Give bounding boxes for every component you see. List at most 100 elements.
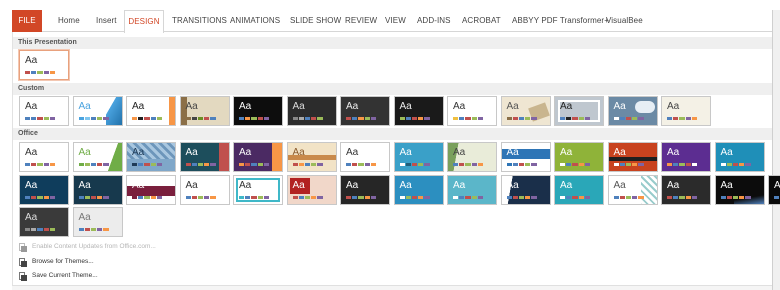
- theme-thumbnail[interactable]: Aa: [500, 175, 551, 205]
- theme-decoration: [634, 101, 655, 113]
- theme-thumbnail[interactable]: Aa: [340, 142, 390, 172]
- color-swatch: [31, 228, 37, 231]
- color-swatch: [632, 117, 638, 120]
- theme-thumbnail[interactable]: Aa: [72, 175, 123, 205]
- theme-thumbnail[interactable]: Aa: [19, 175, 69, 205]
- tab-visualbee[interactable]: VisualBee: [606, 10, 643, 32]
- theme-thumbnail[interactable]: Aa: [19, 142, 69, 172]
- section-header-this-presentation: This Presentation: [13, 37, 772, 49]
- tab-insert[interactable]: Insert: [96, 10, 117, 32]
- theme-sample-text: Aa: [292, 101, 305, 112]
- color-swatch: [37, 228, 43, 231]
- color-swatch: [185, 196, 191, 199]
- color-swatch: [578, 117, 584, 120]
- theme-thumbnail[interactable]: Aa: [768, 175, 780, 205]
- theme-thumbnail[interactable]: Aa: [126, 175, 176, 205]
- tab-slide-show[interactable]: SLIDE SHOW: [290, 10, 341, 32]
- theme-thumbnail[interactable]: Aa: [286, 142, 337, 172]
- theme-thumbnail[interactable]: Aa: [393, 96, 444, 126]
- theme-thumbnail[interactable]: Aa: [179, 175, 230, 205]
- theme-thumbnail[interactable]: Aa: [179, 96, 230, 126]
- theme-thumbnail[interactable]: Aa: [447, 142, 497, 172]
- theme-thumbnail[interactable]: Aa: [661, 175, 711, 205]
- tab-acrobat[interactable]: ACROBAT: [462, 10, 501, 32]
- tab-design[interactable]: DESIGN: [124, 10, 164, 33]
- color-swatch: [245, 163, 251, 166]
- gallery-scrollbar[interactable]: [772, 10, 780, 290]
- theme-thumbnail[interactable]: Aa: [340, 96, 390, 126]
- tab-add-ins[interactable]: ADD-INS: [417, 10, 451, 32]
- color-swatch: [84, 196, 90, 199]
- color-swatch: [245, 117, 251, 120]
- theme-sample-text: Aa: [399, 147, 412, 158]
- theme-sample-text: Aa: [506, 147, 519, 158]
- color-swatch: [477, 163, 484, 166]
- tab-file[interactable]: FILE: [12, 10, 42, 32]
- color-swatch: [43, 71, 49, 74]
- color-swatch: [685, 117, 691, 120]
- save-current-theme-command[interactable]: Save Current Theme...: [18, 270, 98, 282]
- theme-thumbnail[interactable]: Aa: [233, 142, 283, 172]
- theme-thumbnail[interactable]: Aa: [19, 50, 69, 80]
- tab-home[interactable]: Home: [58, 10, 80, 32]
- theme-thumbnail[interactable]: Aa: [661, 96, 711, 126]
- theme-thumbnail[interactable]: Aa: [19, 96, 69, 126]
- color-swatch: [37, 163, 43, 166]
- theme-thumbnail[interactable]: Aa: [286, 175, 337, 205]
- color-swatch: [619, 196, 625, 199]
- theme-thumbnail[interactable]: Aa: [607, 175, 658, 205]
- color-swatch: [471, 117, 477, 120]
- color-swatch: [471, 196, 477, 199]
- tab-animations[interactable]: ANIMATIONS: [230, 10, 280, 32]
- tab-transitions[interactable]: TRANSITIONS: [172, 10, 227, 32]
- theme-thumbnail[interactable]: Aa: [661, 142, 711, 172]
- theme-color-swatches: [453, 196, 484, 199]
- theme-sample-text: Aa: [25, 180, 38, 191]
- theme-thumbnail[interactable]: Aa: [19, 207, 69, 237]
- theme-thumbnail[interactable]: Aa: [500, 142, 551, 172]
- theme-thumbnail[interactable]: Aa: [714, 175, 765, 205]
- theme-thumbnail[interactable]: Aa: [179, 142, 230, 172]
- theme-thumbnail[interactable]: Aa: [500, 96, 551, 126]
- color-swatch: [78, 228, 84, 231]
- theme-thumbnail[interactable]: Aa: [233, 175, 283, 205]
- color-swatch: [679, 117, 685, 120]
- theme-thumbnail[interactable]: Aa: [72, 142, 123, 172]
- theme-thumbnail[interactable]: Aa: [340, 175, 390, 205]
- theme-thumbnail[interactable]: Aa: [126, 142, 176, 172]
- theme-sample-text: Aa: [613, 147, 626, 158]
- tab-review[interactable]: REVIEW: [345, 10, 377, 32]
- color-swatch: [84, 163, 90, 166]
- theme-thumbnail[interactable]: Aa: [72, 207, 123, 237]
- theme-color-swatches: [720, 196, 751, 199]
- theme-thumbnail[interactable]: Aa: [393, 175, 444, 205]
- theme-thumbnail[interactable]: Aa: [447, 96, 497, 126]
- theme-thumbnail[interactable]: Aa: [607, 96, 658, 126]
- theme-color-swatches: [25, 228, 56, 231]
- theme-thumbnail[interactable]: Aa: [126, 96, 176, 126]
- theme-thumbnail[interactable]: Aa: [72, 96, 123, 126]
- browse-themes-icon: [18, 257, 28, 267]
- theme-thumbnail[interactable]: Aa: [554, 175, 604, 205]
- theme-thumbnail[interactable]: Aa: [447, 175, 497, 205]
- theme-color-swatches: [613, 117, 644, 120]
- color-swatch: [370, 196, 377, 199]
- color-swatch: [210, 196, 216, 199]
- theme-thumbnail[interactable]: Aa: [714, 142, 765, 172]
- color-swatch: [90, 163, 97, 166]
- theme-thumbnail[interactable]: Aa: [554, 142, 604, 172]
- save-current-theme-label: Save Current Theme...: [32, 272, 98, 279]
- theme-sample-text: Aa: [25, 147, 38, 158]
- theme-thumbnail[interactable]: Aa: [554, 96, 604, 126]
- theme-thumbnail[interactable]: Aa: [286, 96, 337, 126]
- tab-abbyy-pdf-transformer[interactable]: ABBYY PDF Transformer+: [512, 10, 609, 32]
- color-swatch: [572, 196, 578, 199]
- tab-view[interactable]: VIEW: [385, 10, 406, 32]
- browse-for-themes-command[interactable]: Browse for Themes...: [18, 256, 94, 268]
- theme-thumbnail[interactable]: Aa: [233, 96, 283, 126]
- color-swatch: [43, 228, 49, 231]
- color-swatch: [560, 117, 566, 120]
- color-swatch: [399, 163, 405, 166]
- theme-thumbnail[interactable]: Aa: [607, 142, 658, 172]
- theme-thumbnail[interactable]: Aa: [393, 142, 444, 172]
